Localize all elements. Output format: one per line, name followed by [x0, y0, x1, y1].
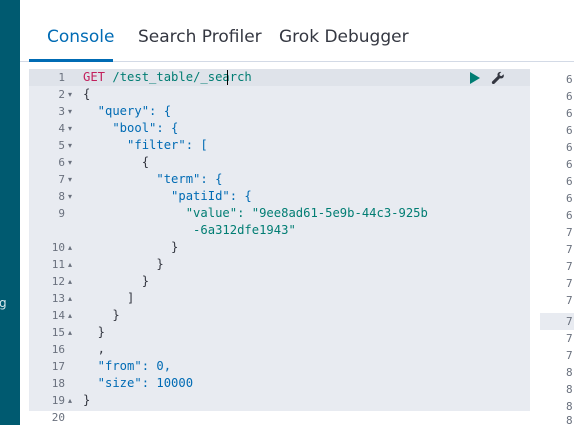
code-line: "bool": {	[83, 121, 179, 135]
line-number: 11	[51, 258, 65, 271]
tab-grok-debugger[interactable]: Grok Debugger	[279, 27, 409, 47]
code-line: "patiId": {	[83, 189, 252, 203]
line-number: 1	[58, 71, 65, 84]
code-line: {	[83, 87, 91, 101]
http-method: GET	[83, 70, 106, 84]
code-line: }	[83, 240, 179, 254]
fold-up-icon[interactable]: ▴	[68, 392, 76, 409]
response-line-number: 8	[566, 366, 573, 379]
code-line: {	[83, 155, 150, 169]
code-line: }	[83, 274, 150, 288]
line-number: 20	[51, 411, 65, 424]
wrench-icon[interactable]	[491, 71, 505, 85]
request-path: /test_table/_search	[112, 70, 252, 84]
request-editor[interactable]: 1 2 3 4 5 6 7 8 9 10 11 12 13 14 15 16 1…	[29, 69, 530, 425]
fold-up-icon[interactable]: ▴	[68, 273, 76, 290]
line-number: 15	[51, 326, 65, 339]
code-line: "query": {	[83, 104, 172, 118]
response-line-number: 6	[566, 209, 573, 222]
line-number: 16	[51, 343, 65, 356]
code-line: }	[83, 308, 120, 322]
code-line: "value": "9ee8ad61-5e9b-44c3-925b	[83, 206, 428, 220]
fold-up-icon[interactable]: ▴	[68, 239, 76, 256]
code-line: "size": 10000	[83, 376, 194, 390]
response-line-number: 7	[566, 349, 573, 362]
code-line: }	[83, 257, 164, 271]
line-number: 4	[58, 122, 65, 135]
active-tab-indicator	[29, 59, 113, 62]
response-line-number: 6	[566, 192, 573, 205]
line-number: 12	[51, 275, 65, 288]
response-line-number: 7	[566, 294, 573, 307]
response-line-number: 6	[566, 107, 573, 120]
left-nav-rail: g	[0, 0, 20, 425]
text-cursor	[227, 70, 228, 85]
response-line-number: 7	[566, 332, 573, 345]
line-number: 19	[51, 394, 65, 407]
tab-console[interactable]: Console	[47, 27, 115, 47]
response-line-number: 6	[566, 158, 573, 171]
fold-up-icon[interactable]: ▴	[68, 256, 76, 273]
line-number: 13	[51, 292, 65, 305]
line-number: 2	[58, 88, 65, 101]
code-line: "filter": [	[83, 138, 208, 152]
play-icon[interactable]	[469, 72, 481, 84]
response-line-number: 8	[566, 414, 573, 427]
code-line: "term": {	[83, 172, 223, 186]
fold-down-icon[interactable]: ▾	[68, 188, 76, 205]
fold-down-icon[interactable]: ▾	[68, 120, 76, 137]
code-line: ,	[83, 342, 106, 356]
line-number: 8	[58, 190, 65, 203]
line-number: 14	[51, 309, 65, 322]
response-line-number: 6	[566, 73, 573, 86]
response-line-number: 7	[566, 277, 573, 290]
response-line-number: 6	[566, 124, 573, 137]
fold-up-icon[interactable]: ▴	[68, 324, 76, 341]
dev-tools-tabs: Console Search Profiler Grok Debugger	[20, 0, 574, 62]
line-number: 17	[51, 360, 65, 373]
line-number: 10	[51, 241, 65, 254]
code-line: -6a312dfe1943"	[83, 223, 296, 237]
fold-down-icon[interactable]: ▾	[68, 154, 76, 171]
response-line-number: 6	[566, 90, 573, 103]
fold-up-icon[interactable]: ▴	[68, 290, 76, 307]
fold-down-icon[interactable]: ▾	[68, 86, 76, 103]
line-number: 6	[58, 156, 65, 169]
code-line: }	[83, 393, 91, 407]
line-number: 5	[58, 139, 65, 152]
code-line: ]	[83, 291, 135, 305]
response-line-number: 7	[566, 315, 573, 328]
response-line-number: 8	[566, 383, 573, 396]
code-line: "from": 0,	[83, 359, 172, 373]
fold-down-icon[interactable]: ▾	[68, 171, 76, 188]
line-number: 9	[58, 207, 65, 220]
code-line: }	[83, 325, 106, 339]
fold-down-icon[interactable]: ▾	[68, 103, 76, 120]
response-line-number: 7	[566, 260, 573, 273]
fold-down-icon[interactable]: ▾	[68, 137, 76, 154]
rail-truncated-label: g	[0, 296, 7, 310]
response-line-number: 7	[566, 243, 573, 256]
line-number: 18	[51, 377, 65, 390]
editor-bottom-area	[29, 411, 530, 425]
response-line-number: 7	[566, 226, 573, 239]
response-line-number: 6	[566, 141, 573, 154]
response-line-number: 6	[566, 175, 573, 188]
fold-up-icon[interactable]: ▴	[68, 307, 76, 324]
line-number: 7	[58, 173, 65, 186]
tab-search-profiler[interactable]: Search Profiler	[138, 27, 262, 47]
line-number: 3	[58, 105, 65, 118]
